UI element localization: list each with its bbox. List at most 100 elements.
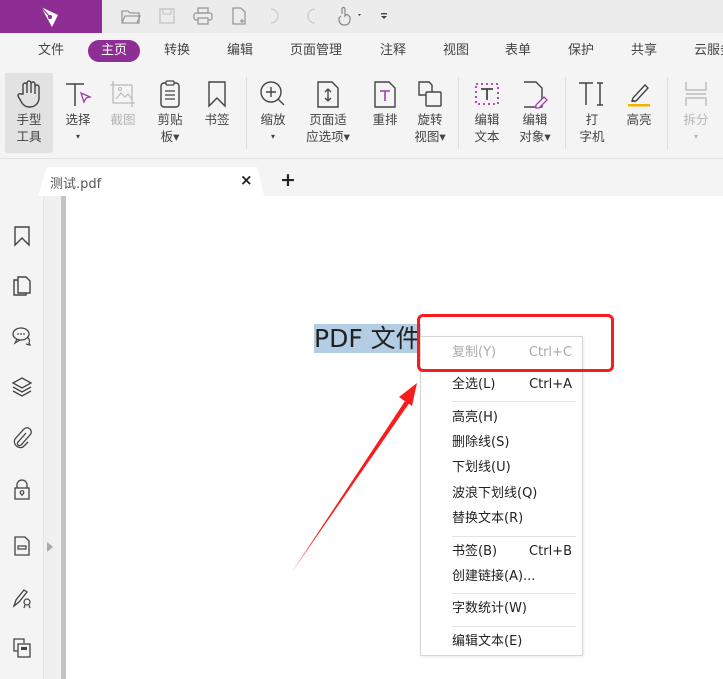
- menu-item-word-count[interactable]: 字数统计(W): [452, 599, 572, 619]
- edit-text-label-1: 编辑: [474, 112, 500, 127]
- rotate-view-label-1: 旋转: [417, 112, 443, 127]
- menu-item-squiggly[interactable]: 波浪下划线(Q): [452, 484, 572, 504]
- security-panel-icon[interactable]: [11, 478, 33, 502]
- edit-object-button[interactable]: 编辑 对象▾: [512, 73, 558, 153]
- menu-item-highlight[interactable]: 高亮(H): [452, 408, 572, 428]
- comments-panel-icon[interactable]: [11, 324, 33, 348]
- menu-item-label: 删除线(S): [452, 435, 510, 450]
- menu-item-label: 字数统计(W): [452, 601, 527, 616]
- typewriter-icon: [577, 77, 607, 111]
- open-folder-icon[interactable]: [119, 5, 143, 27]
- new-page-icon[interactable]: [227, 5, 251, 27]
- title-bar: [0, 0, 723, 33]
- form-panel-icon[interactable]: [11, 534, 33, 558]
- split-icon: [681, 77, 711, 111]
- bookmark-button[interactable]: 书签: [197, 73, 237, 153]
- context-menu: 复制(Y) Ctrl+C 全选(L) Ctrl+A 高亮(H) 删除线(S) 下划线…: [420, 336, 583, 656]
- menu-item-edit-text[interactable]: 编辑文本(E): [452, 632, 572, 652]
- tab-convert[interactable]: 转换: [164, 40, 190, 62]
- navigation-sidebar: [0, 196, 44, 679]
- text-select-icon: [63, 77, 93, 111]
- undo-icon[interactable]: [263, 5, 287, 27]
- menu-item-bookmark[interactable]: 书签(B) Ctrl+B: [452, 542, 572, 562]
- customize-icon[interactable]: [376, 5, 392, 27]
- tab-form[interactable]: 表单: [505, 40, 531, 62]
- menu-item-label: 创建链接(A)...: [452, 569, 536, 584]
- close-tab-icon[interactable]: ×: [240, 171, 253, 189]
- zoom-in-icon: [258, 77, 288, 111]
- tab-edit[interactable]: 编辑: [227, 40, 253, 62]
- edit-text-icon: [472, 77, 502, 111]
- highlight-label: 高亮: [626, 112, 652, 127]
- menu-separator: [452, 401, 576, 402]
- screenshot-button[interactable]: 截图: [103, 73, 143, 153]
- signature-panel-icon[interactable]: [11, 586, 33, 610]
- menu-item-label: 书签(B): [452, 544, 498, 559]
- fit-page-button[interactable]: 页面适 应选项▾: [300, 73, 356, 153]
- screenshot-label: 截图: [110, 112, 136, 127]
- split-button[interactable]: 拆分 ▾: [676, 73, 716, 153]
- tab-page-management[interactable]: 页面管理: [290, 40, 342, 62]
- new-tab-button[interactable]: +: [280, 169, 296, 191]
- edit-object-icon: [520, 77, 550, 111]
- bookmark-label: 书签: [204, 112, 230, 127]
- menu-item-strikethrough[interactable]: 删除线(S): [452, 433, 572, 453]
- panel-gutter: [44, 196, 61, 679]
- highlight-icon: [624, 77, 654, 111]
- compare-panel-icon[interactable]: [11, 636, 33, 660]
- save-icon[interactable]: [155, 5, 179, 27]
- menu-item-select-all[interactable]: 全选(L) Ctrl+A: [452, 375, 572, 395]
- reflow-button[interactable]: 重排: [365, 73, 405, 153]
- edit-text-label-2: 文本: [474, 129, 500, 144]
- tab-home[interactable]: 主页: [88, 40, 141, 62]
- menu-item-create-link[interactable]: 创建链接(A)...: [452, 567, 572, 587]
- bookmark-icon: [202, 77, 232, 111]
- document-page[interactable]: [66, 196, 723, 679]
- hand-icon: [14, 77, 44, 111]
- typewriter-button[interactable]: 打 字机: [573, 73, 611, 153]
- document-text[interactable]: PDF 文件: [314, 324, 421, 354]
- tab-cloud-service[interactable]: 云服务: [694, 40, 723, 62]
- menu-separator: [452, 626, 576, 627]
- select-button[interactable]: 选择 ▾: [58, 73, 98, 153]
- highlight-button[interactable]: 高亮: [619, 73, 659, 153]
- selected-text[interactable]: PDF 文件: [314, 324, 421, 353]
- attachments-panel-icon[interactable]: [11, 426, 33, 450]
- clipboard-label-1: 剪贴: [157, 112, 183, 127]
- rotate-view-button[interactable]: 旋转 视图▾: [409, 73, 451, 153]
- menu-item-label: 替换文本(R): [452, 511, 524, 526]
- document-tab-title[interactable]: 测试.pdf: [50, 173, 101, 192]
- rotate-view-icon: [415, 77, 445, 111]
- layers-panel-icon[interactable]: [11, 374, 33, 398]
- hand-tool-button[interactable]: 手型 工具: [5, 73, 53, 153]
- menu-item-replace-text[interactable]: 替换文本(R): [452, 509, 572, 529]
- rotate-view-label-2: 视图▾: [414, 129, 446, 144]
- tab-protect[interactable]: 保护: [568, 40, 594, 62]
- tab-file[interactable]: 文件: [38, 40, 64, 62]
- print-icon[interactable]: [191, 5, 215, 27]
- tab-share[interactable]: 共享: [631, 40, 657, 62]
- annotation-highlight-box: [417, 314, 614, 372]
- menu-item-underline[interactable]: 下划线(U): [452, 458, 572, 478]
- clipboard-button[interactable]: 剪贴 板▾: [150, 73, 190, 153]
- bookmark-panel-icon[interactable]: [11, 224, 33, 248]
- expand-panel-arrow-icon[interactable]: [47, 542, 53, 552]
- tab-view[interactable]: 视图: [443, 40, 469, 62]
- app-logo[interactable]: [0, 0, 102, 33]
- typewriter-label-1: 打: [585, 112, 599, 127]
- zoom-button[interactable]: 缩放 ▾: [253, 73, 293, 153]
- screenshot-icon: [108, 77, 138, 111]
- hand-touch-icon[interactable]: [335, 5, 367, 27]
- menu-bar: 文件 主页 转换 编辑 页面管理 注释 视图 表单 保护 共享 云服务: [0, 33, 723, 69]
- ribbon-separator: [246, 77, 247, 149]
- ribbon-separator: [667, 77, 668, 149]
- clipboard-label-2: 板▾: [160, 129, 180, 144]
- edit-text-button[interactable]: 编辑 文本: [466, 73, 508, 153]
- pages-panel-icon[interactable]: [11, 274, 33, 298]
- ribbon-toolbar: 手型 工具 选择 ▾ 截图 剪贴 板▾ 书签 缩放 ▾ 页面适 应选项▾ 重排 …: [0, 69, 723, 159]
- ribbon-separator: [565, 77, 566, 149]
- menu-item-shortcut: Ctrl+B: [529, 544, 572, 559]
- redo-icon[interactable]: [299, 5, 323, 27]
- tab-comment[interactable]: 注释: [380, 40, 406, 62]
- menu-separator: [452, 536, 576, 537]
